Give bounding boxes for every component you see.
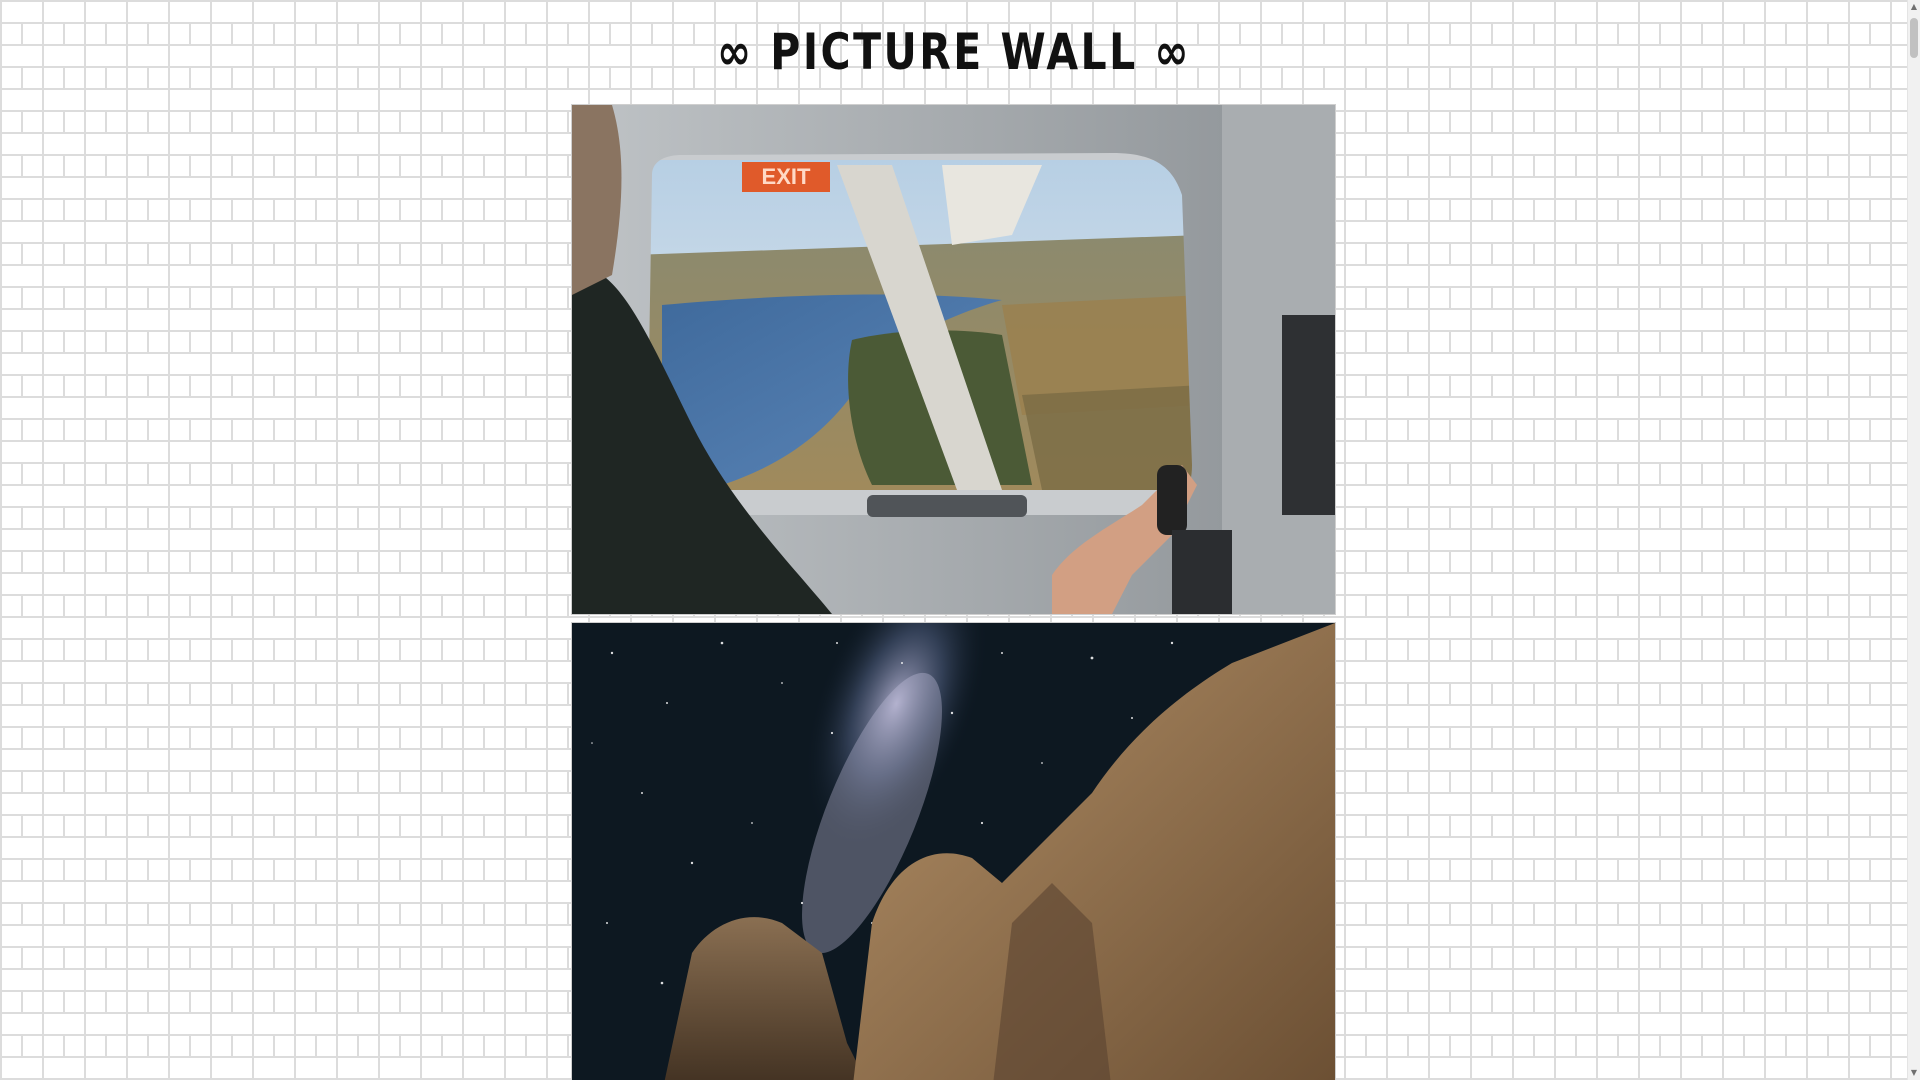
exit-sign-text: EXIT bbox=[762, 164, 811, 189]
page: ∞ PICTURE WALL ∞ EXIT bbox=[0, 0, 1908, 1080]
milky-way-photo bbox=[572, 623, 1335, 1080]
gallery-photo-airplane-window[interactable]: EXIT bbox=[571, 104, 1336, 615]
scroll-up-arrow-icon[interactable]: ▲ bbox=[1908, 0, 1920, 14]
airplane-window-photo: EXIT bbox=[572, 105, 1335, 614]
page-scrollbar[interactable]: ▲ ▼ bbox=[1907, 0, 1920, 1080]
gallery-photo-milky-way[interactable] bbox=[571, 622, 1336, 1080]
scrollbar-thumb[interactable] bbox=[1910, 18, 1918, 58]
scroll-down-arrow-icon[interactable]: ▼ bbox=[1908, 1066, 1920, 1080]
page-title: ∞ PICTURE WALL ∞ bbox=[716, 23, 1192, 81]
